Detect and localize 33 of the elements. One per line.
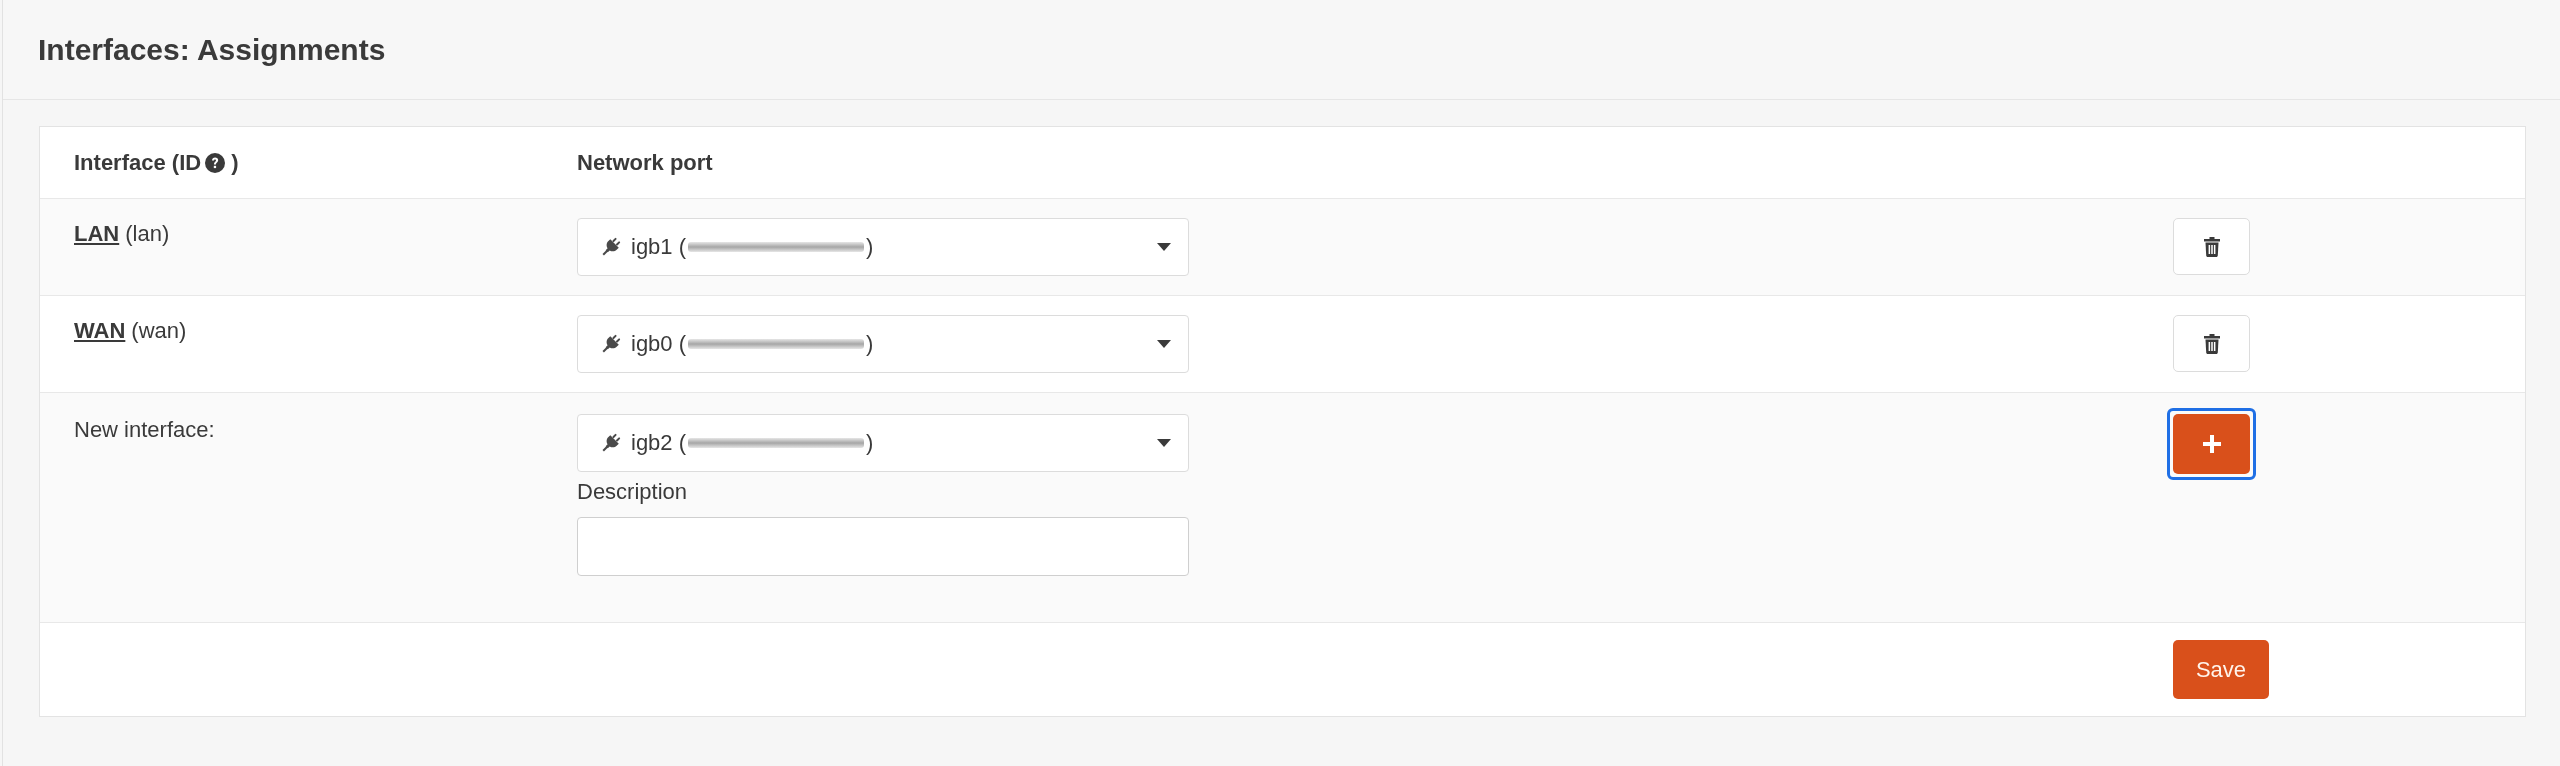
column-header: Interface (ID <box>74 149 202 177</box>
trash-icon <box>2203 333 2220 354</box>
port-name: igb1 ( <box>631 236 687 258</box>
column-header: ) <box>231 149 239 177</box>
interface-link[interactable]: WAN <box>74 317 126 345</box>
plug-icon <box>600 333 622 355</box>
interface-id: (lan) <box>125 220 170 248</box>
column-header: Network port <box>577 149 713 177</box>
description-input[interactable] <box>577 517 1189 576</box>
delete-button[interactable] <box>2173 218 2250 275</box>
closing-parenthesis: ) <box>866 333 874 355</box>
new-interface-label: New interface: <box>74 416 215 444</box>
description-label: Description <box>577 478 688 506</box>
interface-link[interactable]: LAN <box>74 220 120 248</box>
plus-icon <box>2202 435 2221 453</box>
port-select[interactable]: igb2 ( ) <box>577 414 1189 472</box>
caret-down-icon <box>1157 439 1171 447</box>
port-select[interactable]: igb1 ( ) <box>577 218 1189 276</box>
interface-id: (wan) <box>131 317 187 345</box>
caret-down-icon <box>1157 340 1171 348</box>
save-button[interactable]: Save <box>2173 640 2269 699</box>
trash-icon <box>2203 236 2220 257</box>
page-title: Interfaces: Assignments <box>38 34 386 65</box>
port-name: igb2 ( <box>631 432 687 454</box>
port-name: igb0 ( <box>631 333 687 355</box>
closing-parenthesis: ) <box>866 432 874 454</box>
port-select[interactable]: igb0 ( ) <box>577 315 1189 373</box>
plug-icon <box>600 432 622 454</box>
closing-parenthesis: ) <box>866 236 874 258</box>
caret-down-icon <box>1157 243 1171 251</box>
plug-icon <box>600 236 622 258</box>
delete-button[interactable] <box>2173 315 2250 372</box>
add-button[interactable] <box>2167 408 2256 480</box>
